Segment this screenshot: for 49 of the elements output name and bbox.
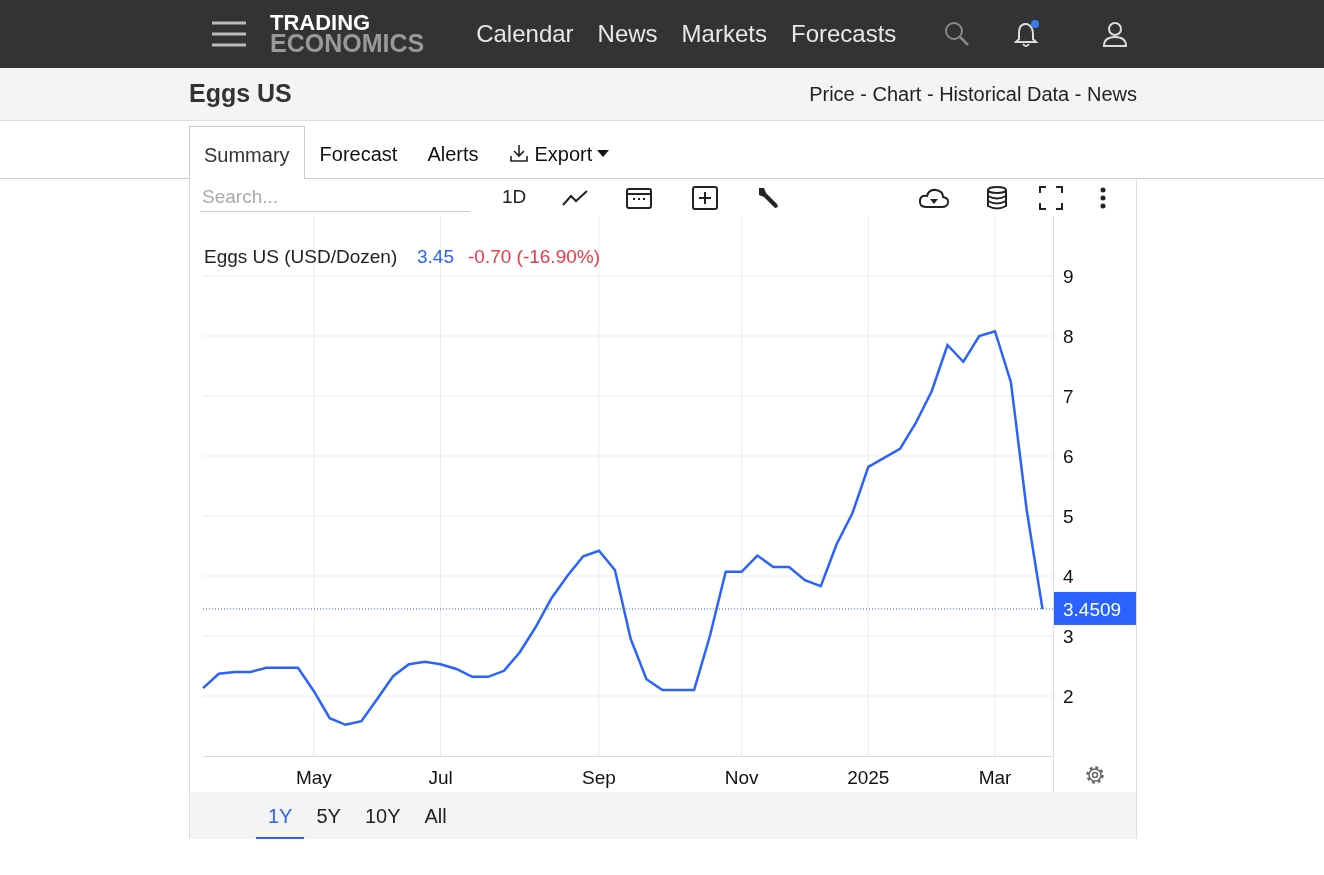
- x-axis-label: May: [295, 767, 332, 788]
- x-axis-label: Sep: [582, 767, 616, 788]
- interval-button[interactable]: 1D: [502, 183, 527, 212]
- nav-link[interactable]: News: [597, 16, 658, 52]
- y-axis-label: 6: [1063, 446, 1074, 467]
- export-dropdown[interactable]: Export: [493, 125, 625, 178]
- y-axis-label: 9: [1063, 266, 1074, 287]
- legend-change: -0.70 (-16.90%): [468, 246, 600, 267]
- range-tab[interactable]: 1Y: [256, 793, 305, 839]
- caret-icon: [597, 150, 610, 158]
- cloud-download-icon[interactable]: [918, 186, 951, 209]
- calendar-icon[interactable]: [626, 186, 653, 209]
- fullscreen-icon[interactable]: [1038, 184, 1065, 211]
- download-icon: [508, 143, 529, 163]
- range-tab[interactable]: All: [412, 793, 459, 839]
- nav-link[interactable]: Markets: [681, 16, 767, 52]
- range-tab[interactable]: 10Y: [352, 793, 413, 839]
- y-axis-label: 4: [1063, 566, 1074, 587]
- settings-icon[interactable]: [1086, 766, 1104, 784]
- y-axis-label: 3: [1063, 626, 1074, 647]
- user-icon[interactable]: [1102, 21, 1129, 47]
- line-chart-icon[interactable]: [562, 189, 589, 206]
- bell-icon[interactable]: [1014, 20, 1041, 48]
- menu-icon[interactable]: [212, 21, 246, 47]
- more-options-icon[interactable]: [1100, 186, 1107, 209]
- y-axis-label: 7: [1063, 386, 1074, 407]
- price-label: 3.4509: [1054, 591, 1136, 625]
- logo[interactable]: TRADING ECONOMICS: [270, 14, 425, 54]
- database-icon[interactable]: [986, 185, 1009, 210]
- x-axis-label: 2025: [847, 767, 890, 788]
- y-axis-label: 2: [1063, 686, 1074, 707]
- ref-line-label: 3.4509: [1063, 598, 1122, 620]
- legend-last-value: 3.45: [417, 246, 454, 267]
- range-tab[interactable]: 5Y: [304, 793, 353, 839]
- y-axis-label: 5: [1063, 506, 1074, 527]
- tab[interactable]: Forecast: [304, 125, 413, 178]
- tab[interactable]: Summary: [189, 126, 305, 179]
- legend-symbol: Eggs US (USD/Dozen): [204, 246, 398, 267]
- page-title: Eggs US: [189, 78, 292, 110]
- x-axis-label: Mar: [978, 767, 1012, 788]
- x-axis-label: Nov: [724, 767, 759, 788]
- page-links[interactable]: Price - Chart - Historical Data - News: [809, 79, 1137, 109]
- nav-link[interactable]: Calendar: [476, 16, 574, 52]
- y-axis-label: 8: [1063, 326, 1074, 347]
- tab[interactable]: Alerts: [412, 125, 494, 178]
- search-icon[interactable]: [944, 21, 971, 47]
- x-axis-label: Jul: [428, 767, 453, 788]
- nav-link[interactable]: Forecasts: [790, 16, 897, 52]
- add-indicator-icon[interactable]: [692, 185, 719, 210]
